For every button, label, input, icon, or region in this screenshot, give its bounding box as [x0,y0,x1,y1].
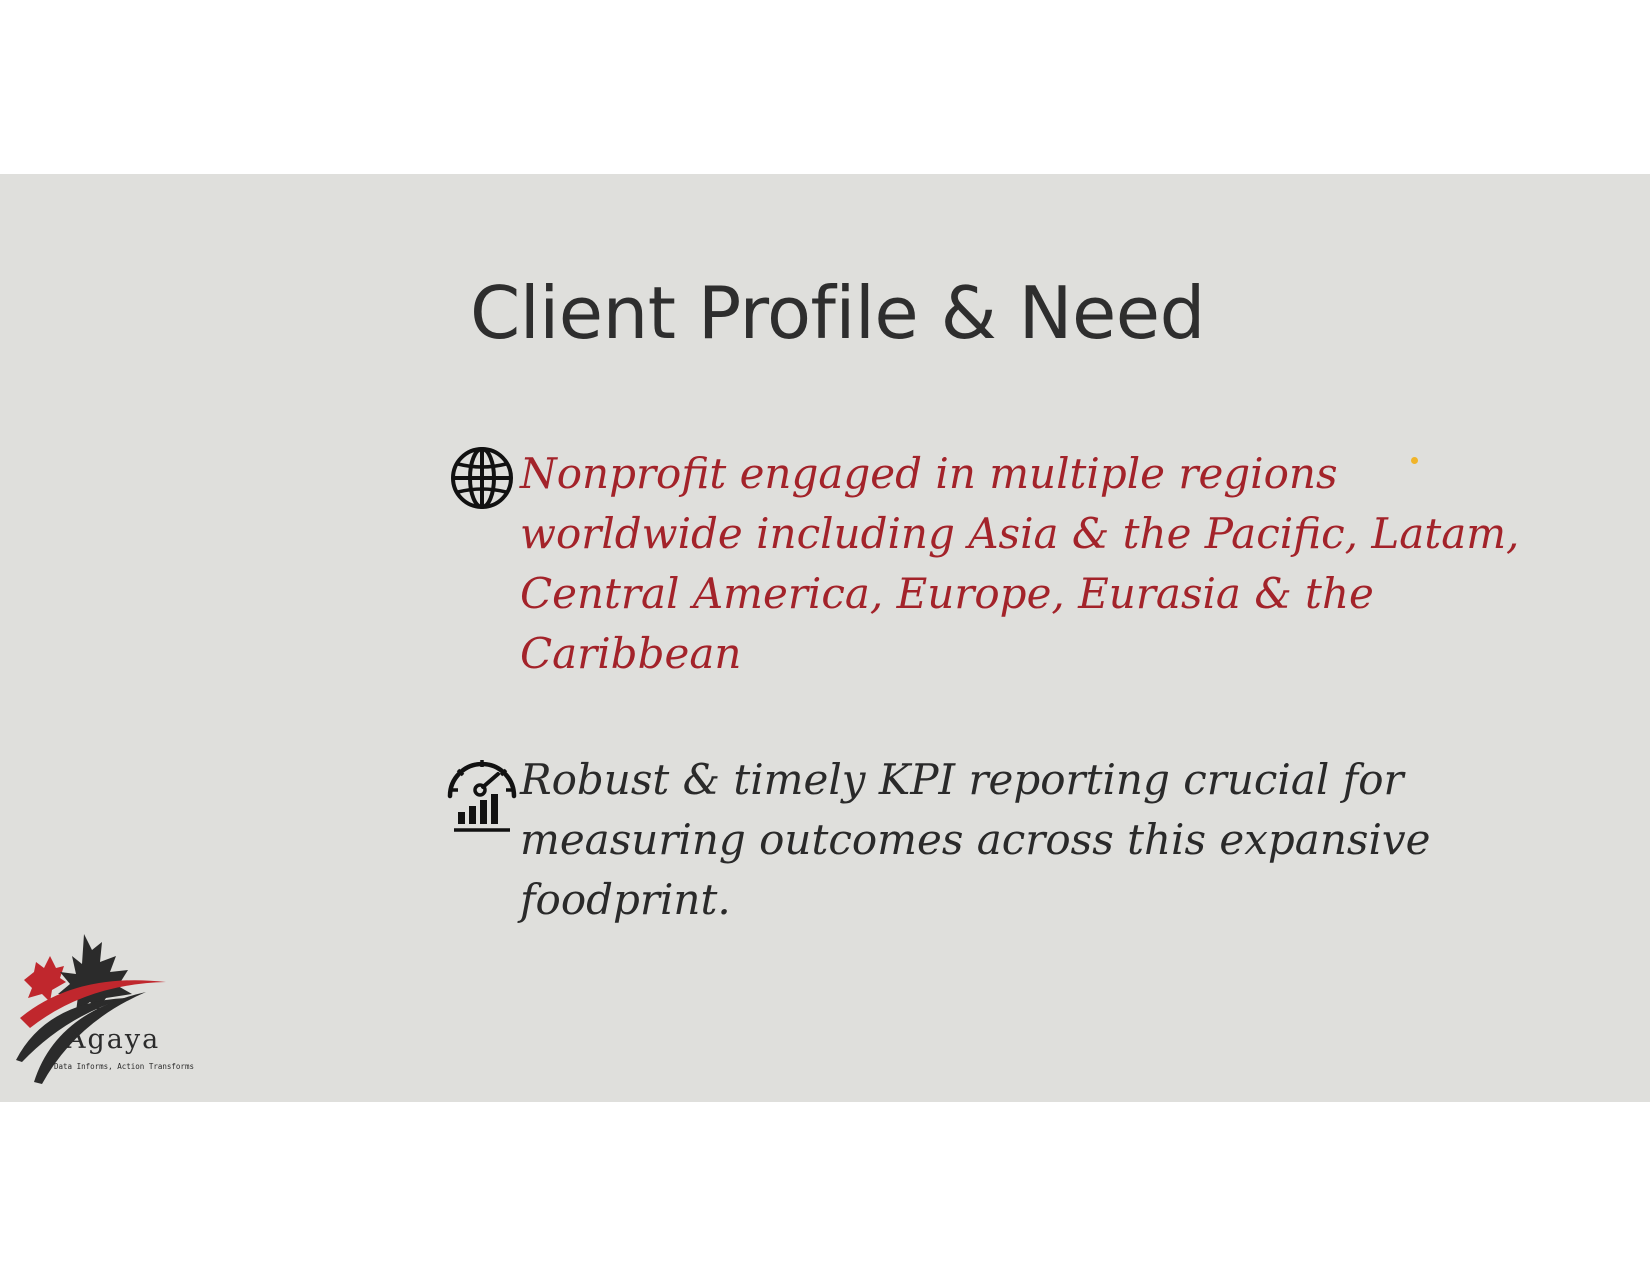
logo-tagline: Data Informs, Action Transforms [54,1062,194,1071]
accent-dot [1411,457,1418,464]
bullet-item-kpi: Robust & timely KPI reporting crucial fo… [440,750,1520,930]
bullet-text-kpi: Robust & timely KPI reporting crucial fo… [520,755,1431,924]
bullet-text-regions: Nonprofit engaged in multiple regions wo… [520,449,1520,678]
globe-icon [450,446,514,514]
bullet-item-regions: Nonprofit engaged in multiple regions wo… [440,444,1520,684]
page: Client Profile & Need Nonprofit engaged … [0,0,1650,1275]
slide-title: Client Profile & Need [470,271,1205,355]
agaya-logo: Agaya Data Informs, Action Transforms [6,932,196,1092]
logo-name: Agaya [66,1024,161,1055]
speedometer-chart-icon [442,750,522,842]
slide: Client Profile & Need Nonprofit engaged … [0,174,1650,1102]
